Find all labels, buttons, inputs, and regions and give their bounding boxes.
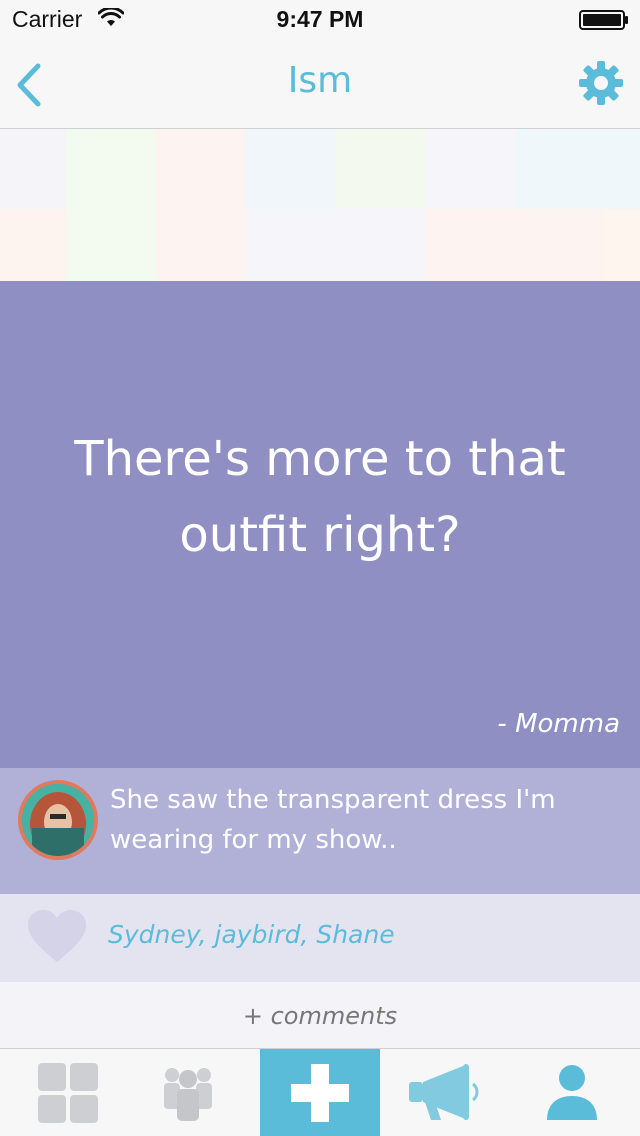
- likes-row: Sydney, jaybird, Shane: [0, 894, 640, 982]
- status-bar: Carrier 9:47 PM: [0, 0, 640, 40]
- gear-icon: [579, 61, 623, 105]
- comments-label: + comments: [242, 1002, 398, 1030]
- tab-bar: [0, 1048, 640, 1136]
- mosaic-tile: [66, 129, 156, 281]
- nav-bar: Ism: [0, 40, 640, 129]
- avatar-photo: [22, 784, 94, 856]
- tab-friends[interactable]: [124, 1049, 252, 1136]
- story-text: She saw the transparent dress I'm wearin…: [110, 785, 556, 855]
- clock: 9:47 PM: [276, 6, 364, 32]
- mosaic-tile: [426, 209, 606, 281]
- mosaic-tile: [246, 129, 336, 209]
- mosaic-tile: [516, 129, 640, 209]
- group-icon: [164, 1068, 212, 1121]
- grid-icon: [38, 1063, 98, 1123]
- comments-button[interactable]: + comments: [0, 982, 640, 1048]
- post-mosaic: [0, 129, 640, 281]
- mosaic-tile: [246, 209, 426, 281]
- heart-icon[interactable]: [26, 908, 88, 964]
- story-row: She saw the transparent dress I'm wearin…: [0, 768, 640, 894]
- page-title: Ism: [287, 60, 353, 101]
- tab-grid[interactable]: [4, 1049, 132, 1136]
- avatar[interactable]: [18, 780, 98, 860]
- plus-icon: [291, 1064, 349, 1122]
- settings-button[interactable]: [576, 58, 626, 108]
- mosaic-tile: [156, 129, 246, 281]
- megaphone-icon: [409, 1064, 479, 1120]
- tab-profile[interactable]: [508, 1049, 636, 1136]
- mosaic-tile: [0, 209, 66, 281]
- quote-card[interactable]: There's more to that outfit right? - Mom…: [0, 281, 640, 768]
- tab-announce[interactable]: [380, 1049, 508, 1136]
- mosaic-tile: [606, 209, 640, 281]
- likers-list[interactable]: Sydney, jaybird, Shane: [108, 920, 395, 949]
- quote-author: - Momma: [497, 709, 620, 739]
- quote-text: There's more to that outfit right?: [74, 431, 566, 563]
- battery-icon: [579, 10, 628, 30]
- person-icon: [547, 1065, 597, 1120]
- mosaic-tile: [0, 129, 66, 209]
- mosaic-tile: [426, 129, 516, 209]
- tab-add[interactable]: [260, 1049, 380, 1136]
- mosaic-tile: [336, 129, 426, 209]
